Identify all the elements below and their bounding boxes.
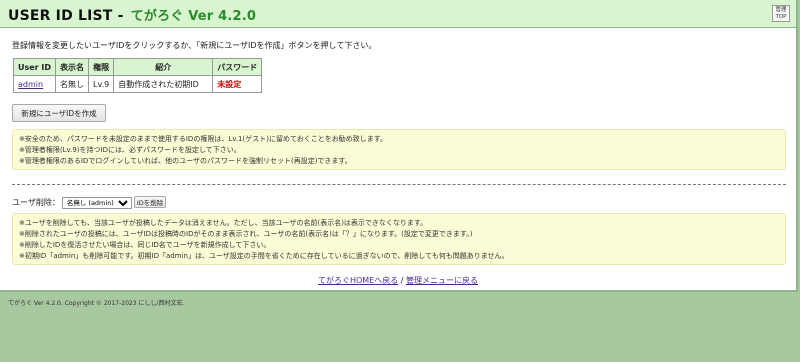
column-header-intro: 紹介: [113, 58, 214, 76]
column-header-user-id: User ID: [12, 58, 57, 76]
page-title-text: USER ID LIST -: [8, 8, 129, 24]
section-divider: [12, 184, 786, 185]
cell-password: 未設定: [212, 75, 263, 93]
create-user-button[interactable]: 新規にユーザIDを作成: [12, 104, 106, 122]
instruction-text: 登録情報を変更したいユーザIDをクリックするか、「新規にユーザIDを作成」ボタン…: [12, 41, 377, 50]
note-line: ※削除したIDを復活させたい場合は、同じID名でユーザを新規作成して下さい。: [19, 241, 271, 249]
security-notes: ※安全のため、パスワードを未設定のままで使用するIDの権限は、Lv.1(ゲスト)…: [12, 129, 786, 170]
app-version: てがろぐ Ver 4.2.0: [130, 9, 257, 24]
user-id-link-admin[interactable]: admin: [18, 80, 43, 89]
cell-user-id: admin: [12, 75, 57, 93]
copyright-text: てがろぐ Ver 4.2.0, Copyright © 2017-2023 にし…: [8, 300, 185, 307]
main-panel: USER ID LIST - てがろぐ Ver 4.2.0 管理 TOP 登録情…: [0, 0, 798, 292]
note-line: ※初期ID「admin」も削除可能です。初期ID「admin」は、ユーザ設定の手…: [19, 252, 509, 260]
table-header-row: User ID 表示名 権限 紹介 パスワード: [12, 58, 263, 76]
cell-intro: 自動作成された初期ID: [113, 75, 214, 93]
delete-id-button[interactable]: IDを削除: [133, 196, 167, 208]
note-line: ※管理者権限のあるIDでログインしていれば、他のユーザのパスワードを強制リセット…: [19, 157, 352, 165]
table-row: admin 名無し Lv.9 自動作成された初期ID 未設定: [12, 75, 263, 93]
page-header: USER ID LIST - てがろぐ Ver 4.2.0 管理 TOP: [0, 0, 796, 28]
user-table: User ID 表示名 権限 紹介 パスワード admin 名無し Lv.9 自…: [12, 58, 263, 93]
note-line: ※ユーザを削除しても、当該ユーザが投稿したデータは消えません。ただし、当該ユーザ…: [19, 219, 428, 227]
link-separator: /: [398, 276, 407, 285]
note-line: ※削除されたユーザの投稿には、ユーザIDは投稿時のIDがそのまま表示され、ユーザ…: [19, 230, 473, 238]
column-header-password: パスワード: [212, 58, 263, 76]
delete-user-select[interactable]: 名無し (admin): [61, 197, 132, 209]
footer-links: てがろぐHOMEへ戻る / 管理メニューに戻る: [0, 275, 796, 286]
note-line: ※安全のため、パスワードを未設定のままで使用するIDの権限は、Lv.1(ゲスト)…: [19, 135, 388, 143]
admin-top-button[interactable]: 管理 TOP: [772, 5, 790, 22]
admin-top-label-line1: 管理: [775, 7, 787, 13]
home-link[interactable]: てがろぐHOMEへ戻る: [318, 276, 398, 285]
page-title: USER ID LIST - てがろぐ Ver 4.2.0: [8, 5, 256, 24]
delete-user-label: ユーザ削除：: [12, 198, 60, 207]
note-line: ※管理者権限(Lv.9)を持つIDには、必ずパスワードを設定して下さい。: [19, 146, 241, 154]
admin-menu-link[interactable]: 管理メニューに戻る: [406, 276, 478, 285]
cell-display-name: 名無し: [55, 75, 90, 93]
delete-notes: ※ユーザを削除しても、当該ユーザが投稿したデータは消えません。ただし、当該ユーザ…: [12, 213, 786, 265]
delete-user-row: ユーザ削除： 名無し (admin) IDを削除: [12, 196, 167, 209]
password-status: 未設定: [217, 79, 242, 89]
admin-top-label-line2: TOP: [775, 14, 787, 20]
column-header-display-name: 表示名: [55, 58, 90, 76]
cell-level: Lv.9: [88, 75, 115, 93]
column-header-level: 権限: [88, 58, 115, 76]
